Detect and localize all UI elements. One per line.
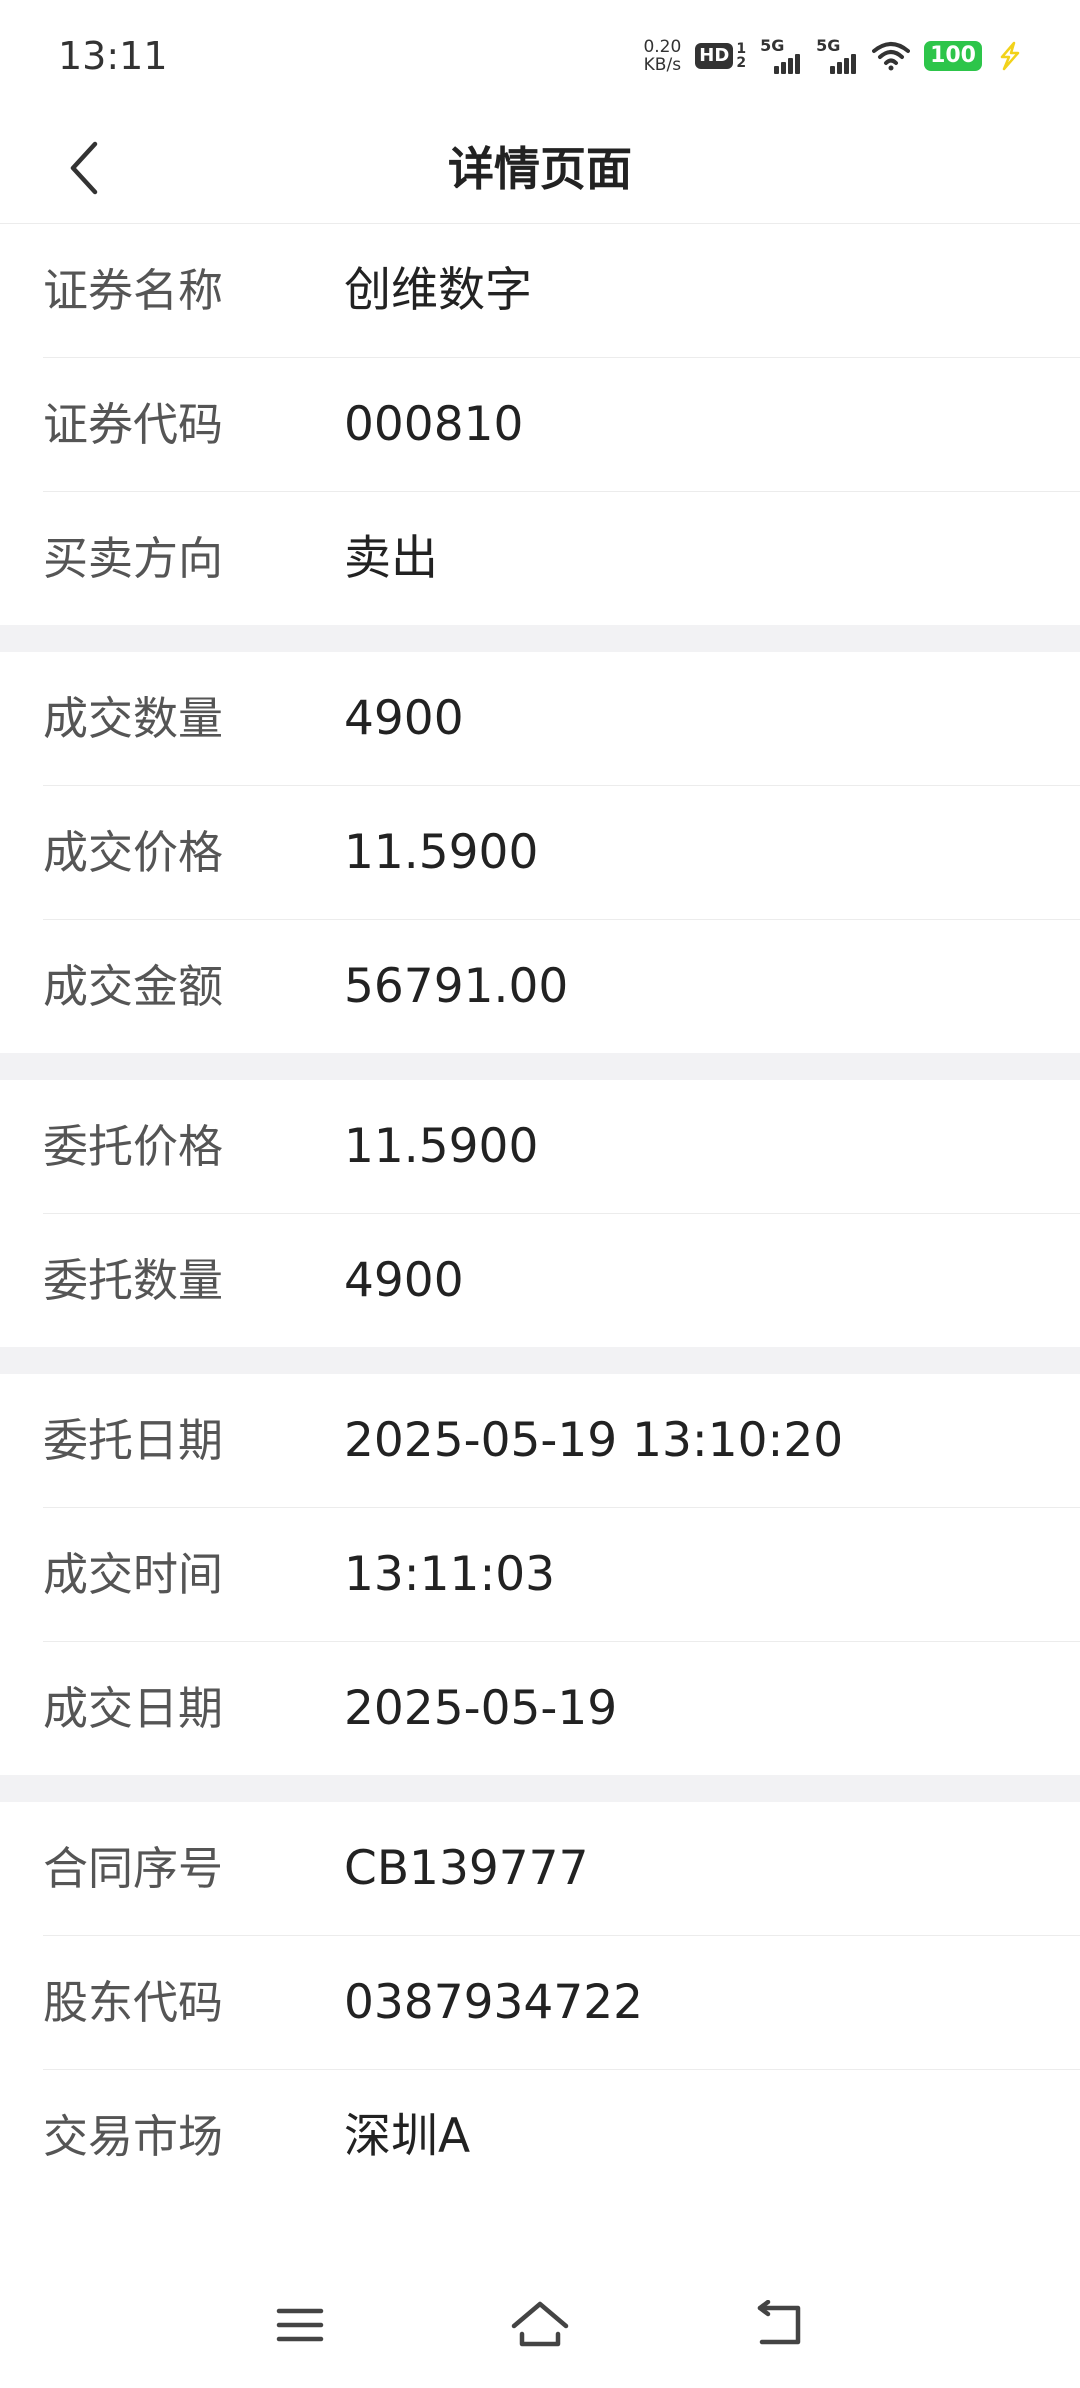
back-button[interactable] — [50, 133, 120, 203]
detail-value: 11.5900 — [344, 825, 539, 880]
detail-row: 委托价格 11.5900 — [43, 1080, 1080, 1214]
detail-row: 买卖方向 卖出 — [43, 492, 1080, 625]
hd-sub-top: 1 — [736, 41, 747, 57]
back-icon — [757, 2300, 801, 2345]
sim1-signal-icon: 5G — [760, 36, 802, 74]
detail-row: 股东代码 0387934722 — [43, 1936, 1080, 2070]
network-speed: 0.20 KB/s — [643, 38, 681, 74]
detail-row: 委托数量 4900 — [43, 1214, 1080, 1347]
detail-group-account: 合同序号 CB139777 股东代码 0387934722 交易市场 深圳A — [0, 1802, 1080, 2203]
detail-value: 0387934722 — [344, 1975, 644, 2030]
battery-icon: 100 — [924, 41, 982, 71]
detail-value: 000810 — [344, 397, 524, 452]
detail-row: 成交价格 11.5900 — [43, 786, 1080, 920]
network-speed-value: 0.20 — [643, 37, 682, 57]
home-icon — [511, 2301, 569, 2347]
detail-label: 股东代码 — [43, 1976, 224, 2029]
detail-value: 深圳A — [344, 2109, 471, 2164]
detail-label: 成交数量 — [43, 692, 224, 745]
detail-label: 买卖方向 — [43, 532, 224, 585]
sim2-signal-icon: 5G — [816, 36, 858, 74]
detail-label: 证券代码 — [43, 398, 224, 451]
network-speed-unit: KB/s — [643, 55, 682, 75]
detail-label: 委托数量 — [43, 1254, 224, 1307]
detail-group-deal: 成交数量 4900 成交价格 11.5900 成交金额 56791.00 — [0, 652, 1080, 1053]
hd-voice-icon: HD 1 2 — [695, 42, 746, 70]
chevron-left-icon — [70, 141, 98, 195]
system-nav-bar — [0, 2270, 1080, 2380]
detail-group-security: 证券名称 创维数字 证券代码 000810 买卖方向 卖出 — [0, 224, 1080, 625]
detail-value: CB139777 — [344, 1841, 589, 1896]
detail-value: 4900 — [344, 1253, 464, 1308]
group-divider — [0, 1347, 1080, 1374]
detail-row: 证券名称 创维数字 — [43, 224, 1080, 358]
back-nav-button[interactable] — [745, 2290, 815, 2360]
detail-value: 13:11:03 — [344, 1547, 556, 1602]
detail-row: 成交金额 56791.00 — [43, 920, 1080, 1053]
status-bar: 13:11 0.20 KB/s HD 1 2 5G 5G 100 — [0, 0, 1080, 115]
detail-row: 成交时间 13:11:03 — [43, 1508, 1080, 1642]
detail-label: 证券名称 — [43, 264, 224, 317]
detail-row: 合同序号 CB139777 — [43, 1802, 1080, 1936]
detail-value: 2025-05-19 — [344, 1681, 618, 1736]
detail-value: 56791.00 — [344, 959, 569, 1014]
hd-sub-bottom: 2 — [736, 55, 747, 71]
detail-list: 证券名称 创维数字 证券代码 000810 买卖方向 卖出 成交数量 4900 … — [0, 224, 1080, 2203]
status-icons: 0.20 KB/s HD 1 2 5G 5G 100 — [643, 36, 1022, 76]
detail-row: 证券代码 000810 — [43, 358, 1080, 492]
wifi-icon — [872, 42, 911, 71]
detail-row: 委托日期 2025-05-19 13:10:20 — [43, 1374, 1080, 1508]
detail-group-time: 委托日期 2025-05-19 13:10:20 成交时间 13:11:03 成… — [0, 1374, 1080, 1775]
detail-value: 创维数字 — [344, 263, 532, 318]
menu-icon — [276, 2308, 324, 2342]
detail-value: 4900 — [344, 691, 464, 746]
home-button[interactable] — [505, 2290, 575, 2360]
detail-row: 成交日期 2025-05-19 — [43, 1642, 1080, 1775]
detail-label: 成交日期 — [43, 1682, 224, 1735]
sim1-network-type: 5G — [760, 36, 785, 55]
status-time: 13:11 — [58, 34, 168, 78]
detail-group-order: 委托价格 11.5900 委托数量 4900 — [0, 1080, 1080, 1347]
detail-value: 2025-05-19 13:10:20 — [344, 1413, 844, 1468]
hd-sub-labels: 1 2 — [736, 42, 746, 70]
detail-label: 成交时间 — [43, 1548, 224, 1601]
charging-icon — [1000, 41, 1020, 71]
detail-label: 委托价格 — [43, 1120, 224, 1173]
detail-value: 卖出 — [344, 531, 438, 586]
group-divider — [0, 625, 1080, 652]
detail-label: 成交价格 — [43, 826, 224, 879]
hd-label: HD — [695, 43, 734, 69]
group-divider — [0, 1775, 1080, 1802]
detail-label: 交易市场 — [43, 2110, 224, 2163]
menu-button[interactable] — [265, 2290, 335, 2360]
detail-label: 合同序号 — [43, 1842, 224, 1895]
detail-value: 11.5900 — [344, 1119, 539, 1174]
group-divider — [0, 1053, 1080, 1080]
page-header: 详情页面 — [0, 115, 1080, 224]
detail-row: 交易市场 深圳A — [43, 2070, 1080, 2203]
detail-label: 委托日期 — [43, 1414, 224, 1467]
detail-label: 成交金额 — [43, 960, 224, 1013]
sim2-network-type: 5G — [816, 36, 841, 55]
detail-row: 成交数量 4900 — [43, 652, 1080, 786]
page-title: 详情页面 — [448, 142, 632, 196]
